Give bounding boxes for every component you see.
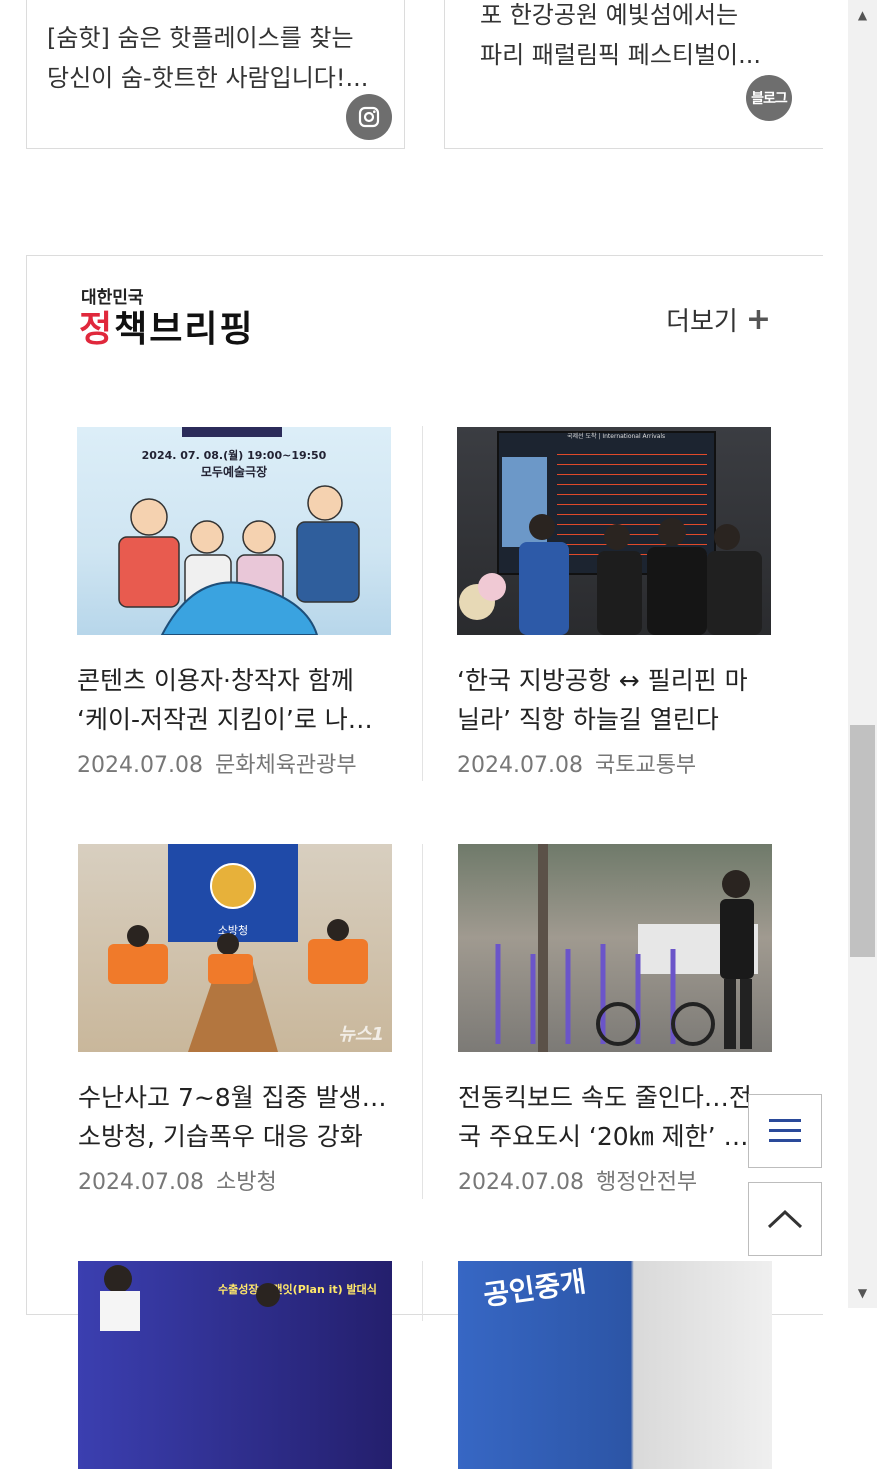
menu-button[interactable] [748, 1094, 822, 1168]
news-item[interactable]: 공인중개 [458, 1261, 772, 1469]
news-title-line: 수난사고 7~8월 집중 발생… [78, 1083, 387, 1112]
chevron-up-icon [767, 1209, 803, 1229]
news-source: 행정안전부 [595, 1170, 698, 1195]
news-item[interactable]: 소방청 뉴스1 수난사고 7~8월 집중 발생… 소방청, 기습폭우 대응 강화… [78, 844, 392, 1196]
news-thumbnail[interactable]: 국제선 도착 | International Arrivals [457, 427, 771, 635]
scroll-to-top-button[interactable] [748, 1182, 822, 1256]
news-title-line: 닐라’ 직항 하늘길 열린다 [457, 705, 719, 734]
news-title-line: 전동킥보드 속도 줄인다…전 [458, 1083, 752, 1112]
logo-rest-part: 책브리핑 [114, 309, 255, 350]
news-item[interactable]: 수출성장 플랜잇(Plan it) 발대식 [78, 1261, 392, 1469]
column-divider [422, 844, 423, 1199]
hamburger-icon [769, 1119, 801, 1142]
policy-briefing-logo[interactable]: 정책브리핑 [79, 300, 255, 352]
blog-icon-label: 블로그 [751, 91, 788, 107]
column-divider [422, 426, 423, 781]
news-source: 소방청 [215, 1170, 277, 1195]
news-thumbnail[interactable]: 공인중개 [458, 1261, 772, 1469]
news-source: 문화체육관광부 [214, 753, 357, 778]
card-text-line: [숨핫] 숨은 핫플레이스를 찾는 [47, 24, 354, 52]
scroll-down-arrow-icon[interactable]: ▼ [848, 1278, 877, 1308]
news-thumbnail[interactable]: 수출성장 플랜잇(Plan it) 발대식 [78, 1261, 392, 1469]
news-meta: 2024.07.08 행정안전부 [458, 1164, 772, 1196]
news-title-line: ‘케이-저작권 지킴이’로 나… [77, 705, 373, 734]
news-title-line: 콘텐츠 이용자·창작자 함께 [77, 666, 354, 695]
news-meta: 2024.07.08 소방청 [78, 1164, 392, 1196]
blog-icon[interactable]: 블로그 [746, 75, 792, 121]
sns-card-blog[interactable]: 포 한강공원 예빛섬에서는 파리 패럴림픽 페스티벌이... 블로그 [444, 0, 823, 149]
news-date: 2024.07.08 [458, 1170, 584, 1195]
card-text-line: 포 한강공원 예빛섬에서는 [480, 1, 739, 29]
card-text-line: 파리 패럴림픽 페스티벌이... [480, 41, 762, 69]
news-title-line: ‘한국 지방공항 ↔ 필리핀 마 [457, 666, 748, 695]
logo-red-part: 정 [79, 309, 115, 350]
news-thumbnail[interactable]: 2024. 07. 08.(월) 19:00~19:50 모두예술극장 [77, 427, 391, 635]
news-title-line: 국 주요도시 ‘20㎞ 제한’ … [458, 1122, 749, 1151]
news-item[interactable]: 국제선 도착 | International Arrivals ‘한국 지방공항… [457, 427, 771, 779]
vertical-scrollbar[interactable]: ▲ ▼ [848, 0, 877, 1308]
news-item[interactable]: 2024. 07. 08.(월) 19:00~19:50 모두예술극장 콘텐츠 … [77, 427, 391, 779]
more-button[interactable]: 더보기 + [666, 301, 771, 338]
news-date: 2024.07.08 [457, 753, 583, 778]
sns-card-instagram[interactable]: [숨핫] 숨은 핫플레이스를 찾는 당신이 숨-핫트한 사람입니다!... [26, 0, 405, 149]
more-label: 더보기 [666, 307, 738, 337]
news-thumbnail[interactable] [458, 844, 772, 1052]
news-title[interactable]: 수난사고 7~8월 집중 발생… 소방청, 기습폭우 대응 강화 [78, 1078, 392, 1156]
policy-briefing-section: 대한민국 정책브리핑 더보기 + 2024. 07. 08.(월) 19:00~… [26, 255, 823, 1469]
news-title[interactable]: 콘텐츠 이용자·창작자 함께 ‘케이-저작권 지킴이’로 나… [77, 661, 391, 739]
news-meta: 2024.07.08 문화체육관광부 [77, 747, 391, 779]
news-title[interactable]: ‘한국 지방공항 ↔ 필리핀 마 닐라’ 직항 하늘길 열린다 [457, 661, 771, 739]
scroll-up-arrow-icon[interactable]: ▲ [848, 0, 877, 30]
news-thumbnail[interactable]: 소방청 뉴스1 [78, 844, 392, 1052]
card-text-line: 당신이 숨-핫트한 사람입니다!... [47, 64, 369, 92]
news-date: 2024.07.08 [77, 753, 203, 778]
plus-icon: + [745, 302, 771, 337]
instagram-icon[interactable] [346, 94, 392, 140]
news-date: 2024.07.08 [78, 1170, 204, 1195]
scrollbar-thumb[interactable] [850, 725, 875, 957]
news-item[interactable]: 전동킥보드 속도 줄인다…전 국 주요도시 ‘20㎞ 제한’ … 2024.07… [458, 844, 772, 1196]
news-title[interactable]: 전동킥보드 속도 줄인다…전 국 주요도시 ‘20㎞ 제한’ … [458, 1078, 772, 1156]
thumb-caption: 뉴스1 [338, 1024, 384, 1045]
column-divider [422, 1261, 423, 1321]
news-source: 국토교통부 [594, 753, 697, 778]
news-meta: 2024.07.08 국토교통부 [457, 747, 771, 779]
news-title-line: 소방청, 기습폭우 대응 강화 [78, 1122, 363, 1151]
